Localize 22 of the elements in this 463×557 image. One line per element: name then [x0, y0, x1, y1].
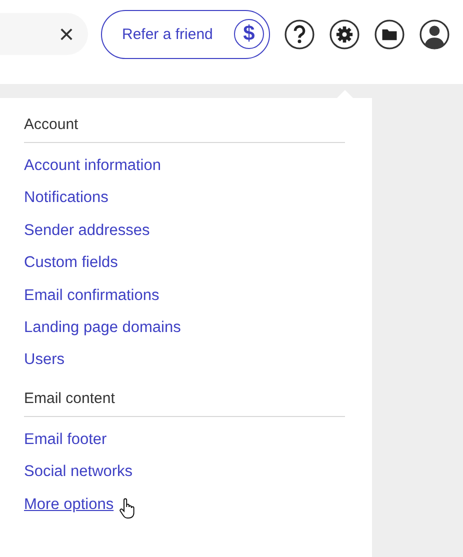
hand-cursor-icon [118, 498, 135, 520]
refer-label: Refer a friend [122, 26, 213, 42]
menu-link[interactable]: Social networks [24, 462, 133, 482]
menu-link[interactable]: Sender addresses [24, 220, 150, 241]
menu-link[interactable]: Email confirmations [24, 286, 160, 306]
help-icon[interactable] [284, 18, 315, 50]
menu-link[interactable]: Notifications [24, 188, 108, 209]
menu-link[interactable]: Custom fields [24, 253, 118, 274]
user-avatar-icon[interactable] [419, 18, 450, 50]
menu-link[interactable]: Users [24, 350, 64, 370]
refer-a-friend-button[interactable]: Refer a friend $ [101, 10, 270, 58]
menu-link[interactable]: More options [24, 494, 114, 515]
menu-link[interactable]: Landing page domains [24, 318, 181, 338]
folder-icon[interactable] [374, 18, 405, 50]
settings-icon[interactable] [329, 18, 360, 50]
menu-link[interactable]: Email footer [24, 430, 107, 450]
menu-link[interactable]: Account information [24, 156, 161, 176]
search-field[interactable]: × [0, 13, 88, 55]
section-heading: Account [24, 116, 345, 143]
clear-button[interactable]: × [56, 21, 76, 47]
section-heading: Email content [24, 390, 345, 417]
dollar-badge: $ [234, 19, 264, 49]
